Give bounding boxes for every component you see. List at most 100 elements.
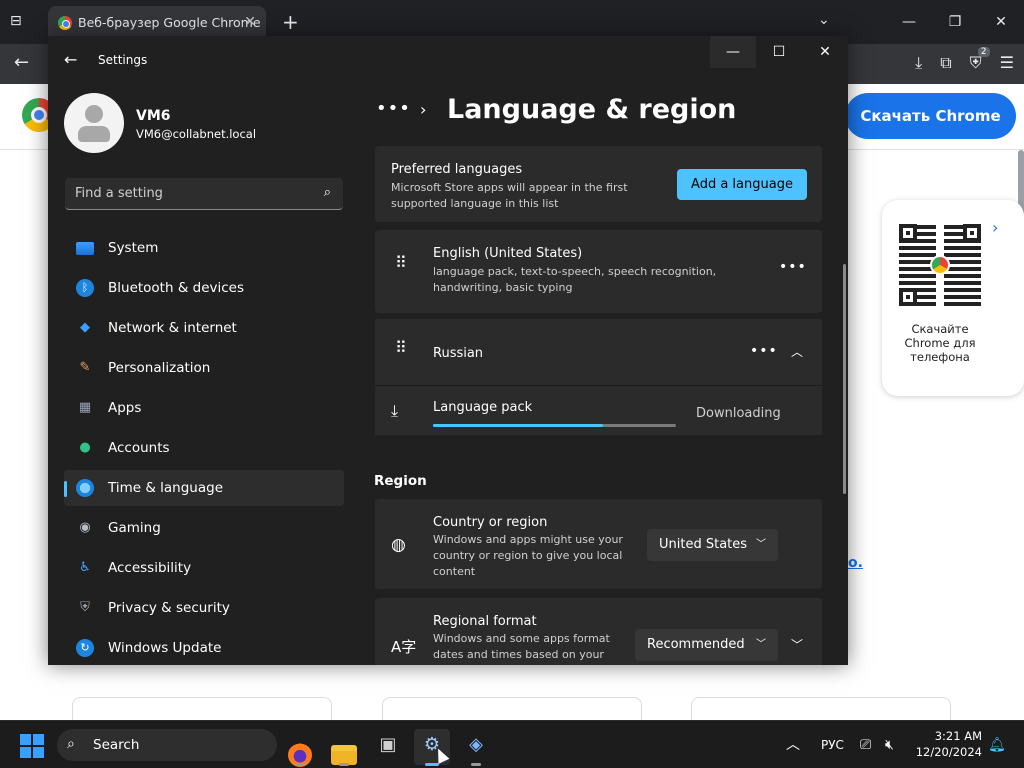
language-item-english[interactable]: ⠿ English (United States) language pack,…: [375, 230, 822, 313]
download-icon[interactable]: ⤓: [915, 53, 922, 73]
clock-date: 12/20/2024: [915, 745, 982, 759]
breadcrumb-more[interactable]: •••: [376, 98, 411, 119]
region-heading: Region: [374, 473, 427, 489]
page-card: [72, 697, 332, 721]
sidebar-item-bluetooth[interactable]: ᛒ Bluetooth & devices: [64, 270, 344, 306]
sidebar-item-apps[interactable]: ▦ Apps: [64, 390, 344, 426]
taskbar-clock[interactable]: 3:21 AM 12/20/2024: [912, 728, 982, 760]
gamepad-icon: ◉: [79, 520, 91, 535]
chrome-favicon-icon: [58, 16, 72, 30]
tab-list-chevron-icon[interactable]: ⌄: [818, 12, 830, 28]
taskbar-firefox[interactable]: [282, 729, 318, 767]
brush-icon: ✎: [79, 360, 91, 375]
sidebar-item-gaming[interactable]: ◉ Gaming: [64, 510, 344, 546]
drag-handle-icon[interactable]: ⠿: [395, 340, 409, 356]
more-options-icon[interactable]: •••: [750, 343, 778, 359]
settings-scrollbar[interactable]: [843, 264, 846, 494]
search-icon[interactable]: ⌕: [324, 185, 331, 200]
minimize-button[interactable]: —: [710, 36, 756, 68]
drag-handle-icon[interactable]: ⠿: [395, 255, 409, 271]
settings-window: ← Settings — ☐ ✕ VM6 VM6@collabnet.local…: [48, 36, 848, 665]
folder-icon: [331, 745, 357, 765]
back-arrow-icon[interactable]: ←: [14, 52, 29, 73]
russian-header[interactable]: ⠿ Russian ••• ︿: [375, 319, 822, 386]
country-select[interactable]: United States ﹀: [647, 529, 778, 561]
sidebar-item-time-language[interactable]: Time & language: [64, 470, 344, 506]
chevron-down-icon[interactable]: ﹀: [791, 636, 803, 653]
sidebar-item-label: Time & language: [108, 480, 224, 496]
sidebar-item-label: Accessibility: [108, 560, 192, 576]
page-link[interactable]: о.: [848, 555, 863, 571]
network-icon[interactable]: ⎚: [860, 721, 871, 768]
new-tab-icon[interactable]: +: [282, 10, 299, 34]
volume-muted-icon[interactable]: 🔇︎: [885, 721, 894, 768]
page-card: [691, 697, 951, 721]
taskbar-file-explorer[interactable]: [326, 729, 362, 766]
ublock-extension-icon[interactable]: ⛨ 2: [970, 47, 990, 73]
chrome-window-controls: — ❐ ✕: [886, 0, 1024, 44]
country-region-card: ◍ Country or region Windows and apps mig…: [375, 499, 822, 589]
sidebar-item-windows-update[interactable]: ↻ Windows Update: [64, 630, 344, 665]
format-select[interactable]: Recommended ﹀: [635, 629, 778, 661]
close-tab-icon[interactable]: ✕: [244, 14, 256, 30]
chevron-up-icon[interactable]: ︿: [786, 721, 800, 768]
input-language[interactable]: РУС: [821, 721, 844, 768]
avatar[interactable]: [64, 93, 124, 153]
download-progress-fill: [433, 424, 604, 427]
accessibility-icon: ♿: [79, 560, 91, 575]
extensions-icon[interactable]: ⧉: [940, 53, 951, 73]
sidebar-item-system[interactable]: System: [64, 230, 344, 266]
sidebar-item-privacy[interactable]: ⛨ Privacy & security: [64, 590, 344, 626]
notification-bell-icon[interactable]: 🔔︎: [988, 721, 1006, 768]
download-status: Downloading: [696, 406, 781, 421]
chevron-right-icon[interactable]: ›: [992, 218, 998, 237]
sidebar-item-label: Accounts: [108, 440, 170, 456]
preferred-title: Preferred languages: [391, 162, 523, 177]
shield-icon: ⛨: [80, 600, 90, 615]
country-title: Country or region: [433, 515, 548, 530]
qr-caption: Скачайте Chrome для телефона: [904, 322, 976, 364]
update-icon: ↻: [76, 639, 94, 657]
sidebar-item-label: Privacy & security: [108, 600, 230, 616]
tab-search-icon[interactable]: ⊟: [10, 13, 28, 31]
start-button[interactable]: [20, 734, 44, 758]
format-title: Regional format: [433, 614, 537, 629]
back-arrow-icon[interactable]: ←: [64, 50, 77, 69]
add-language-button[interactable]: Add a language: [677, 169, 807, 200]
sidebar-item-label: Gaming: [108, 520, 161, 536]
maximize-button[interactable]: ☐: [756, 36, 802, 68]
sidebar-item-label: System: [108, 240, 159, 256]
chrome-tab-title: Веб-браузер Google Chrome: [78, 15, 261, 30]
taskbar-app-tool[interactable]: ◈: [458, 729, 494, 766]
taskbar: ⌕ Search ▣ ⚙ ◈ ︿ РУС ⎚ 🔇︎ 3:21 AM 12/20/…: [0, 720, 1024, 768]
chevron-up-icon[interactable]: ︿: [791, 343, 803, 360]
preferred-languages-card: Preferred languages Microsoft Store apps…: [375, 146, 822, 222]
chrome-restore-button[interactable]: ❐: [932, 0, 978, 44]
taskbar-app-box[interactable]: ▣: [370, 729, 406, 765]
sidebar-item-network[interactable]: ◆ Network & internet: [64, 310, 344, 346]
more-options-icon[interactable]: •••: [779, 259, 807, 275]
search-input[interactable]: [75, 178, 305, 208]
monitor-icon: [76, 242, 94, 255]
sidebar-item-personalization[interactable]: ✎ Personalization: [64, 350, 344, 386]
taskbar-search[interactable]: ⌕ Search: [57, 729, 277, 761]
breadcrumb-chevron-icon: ›: [420, 100, 427, 119]
language-pack-label: Language pack: [433, 400, 533, 415]
language-name: English (United States): [433, 246, 583, 261]
sidebar-item-accounts[interactable]: ● Accounts: [64, 430, 344, 466]
language-features: language pack, text-to-speech, speech re…: [433, 265, 717, 294]
format-value: Recommended: [647, 637, 745, 652]
sidebar-item-label: Apps: [108, 400, 142, 416]
sidebar-item-accessibility[interactable]: ♿ Accessibility: [64, 550, 344, 586]
sidebar-item-label: Bluetooth & devices: [108, 280, 245, 296]
app-title: Settings: [98, 53, 148, 67]
close-button[interactable]: ✕: [802, 36, 848, 68]
profile-email: VM6@collabnet.local: [136, 127, 257, 141]
chrome-close-button[interactable]: ✕: [978, 0, 1024, 44]
package-icon: ▣: [379, 734, 397, 755]
regional-format-card: A字 Regional format Windows and some apps…: [375, 598, 822, 665]
sidebar-item-label: Windows Update: [108, 640, 222, 656]
menu-icon[interactable]: ☰: [1000, 53, 1014, 73]
download-chrome-button[interactable]: Скачать Chrome: [845, 93, 1016, 139]
chrome-minimize-button[interactable]: —: [886, 0, 932, 44]
